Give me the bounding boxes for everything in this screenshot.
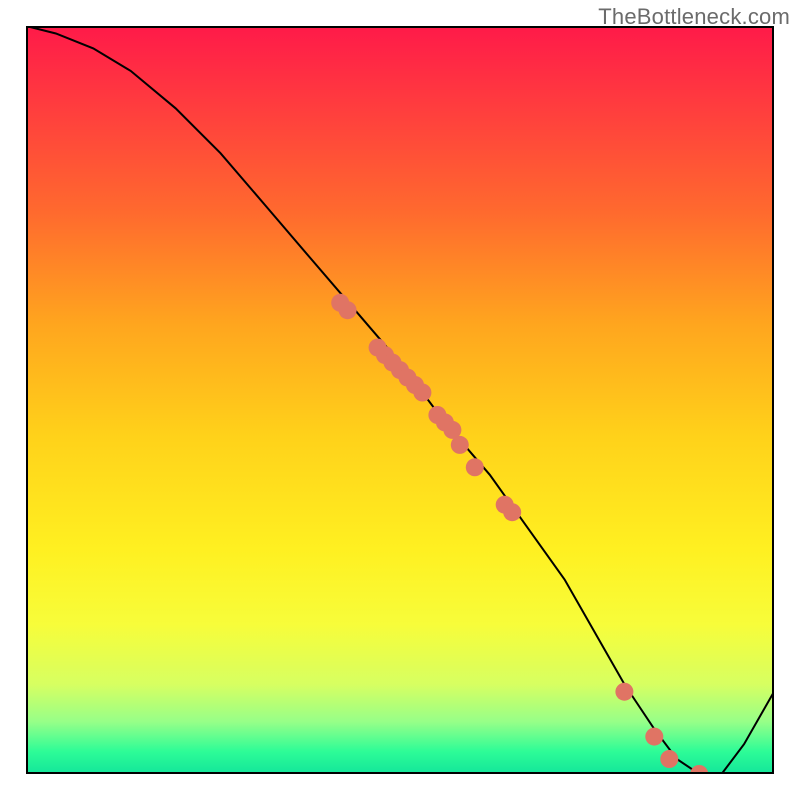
curve-overlay — [26, 26, 774, 774]
data-point — [615, 683, 633, 701]
bottleneck-curve — [26, 26, 774, 774]
data-point — [660, 750, 678, 768]
data-point — [339, 301, 357, 319]
data-point — [503, 503, 521, 521]
chart-stage: TheBottleneck.com — [0, 0, 800, 800]
plot-area — [26, 26, 774, 774]
data-point — [413, 384, 431, 402]
data-point — [466, 458, 484, 476]
scatter-dots — [331, 294, 708, 774]
data-point — [645, 728, 663, 746]
data-point — [690, 765, 708, 774]
data-point — [451, 436, 469, 454]
